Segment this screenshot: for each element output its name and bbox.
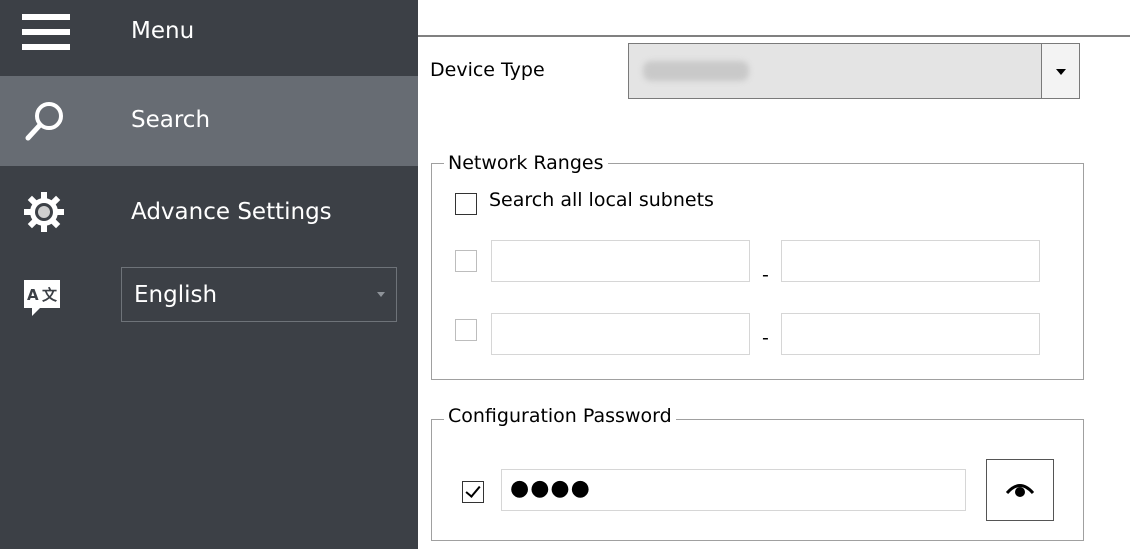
sidebar-item-menu[interactable]: Menu (0, 0, 418, 76)
translate-icon: A 文 (24, 280, 60, 316)
sidebar-item-label: Advance Settings (131, 199, 332, 225)
range-2-from-input[interactable] (491, 313, 750, 355)
device-type-value-redacted (643, 61, 749, 81)
chevron-down-icon (377, 292, 385, 297)
configuration-password-title: Configuration Password (444, 405, 676, 427)
language-value: English (134, 282, 218, 308)
range-1-from-input[interactable] (491, 240, 750, 282)
search-all-subnets-label: Search all local subnets (489, 189, 714, 211)
language-row: A 文 English (0, 256, 418, 342)
device-type-dropdown-button[interactable] (1041, 44, 1079, 98)
range-2-checkbox[interactable] (455, 319, 477, 341)
range-1-checkbox[interactable] (455, 250, 477, 272)
menu-icon (22, 14, 70, 50)
gear-icon (24, 192, 64, 232)
chevron-down-icon (1056, 69, 1066, 75)
range-2-to-input[interactable] (781, 313, 1040, 355)
svg-text:A: A (27, 286, 39, 304)
svg-text:文: 文 (42, 286, 58, 304)
password-masked-value: ●●●● (510, 476, 591, 501)
sidebar-item-advance-settings[interactable]: Advance Settings (0, 166, 418, 256)
eye-icon (1006, 484, 1034, 497)
sidebar-item-search[interactable]: Search (0, 76, 418, 166)
search-all-subnets-checkbox[interactable] (455, 193, 477, 215)
range-2-separator: - (762, 327, 769, 349)
search-icon (25, 102, 63, 141)
password-checkbox[interactable] (462, 481, 484, 503)
language-select[interactable]: English (121, 267, 397, 322)
sidebar-item-label: Menu (131, 18, 195, 44)
checkmark-icon (465, 482, 481, 498)
show-password-button[interactable] (986, 459, 1054, 521)
device-type-select[interactable] (628, 43, 1080, 99)
password-input[interactable]: ●●●● (501, 469, 966, 511)
network-ranges-title: Network Ranges (444, 152, 608, 174)
range-1-separator: - (762, 264, 769, 286)
top-divider (418, 35, 1130, 37)
range-1-to-input[interactable] (781, 240, 1040, 282)
sidebar: Menu Search Advance Settings A 文 English (0, 0, 418, 549)
device-type-label: Device Type (430, 59, 545, 81)
sidebar-item-label: Search (131, 107, 211, 133)
